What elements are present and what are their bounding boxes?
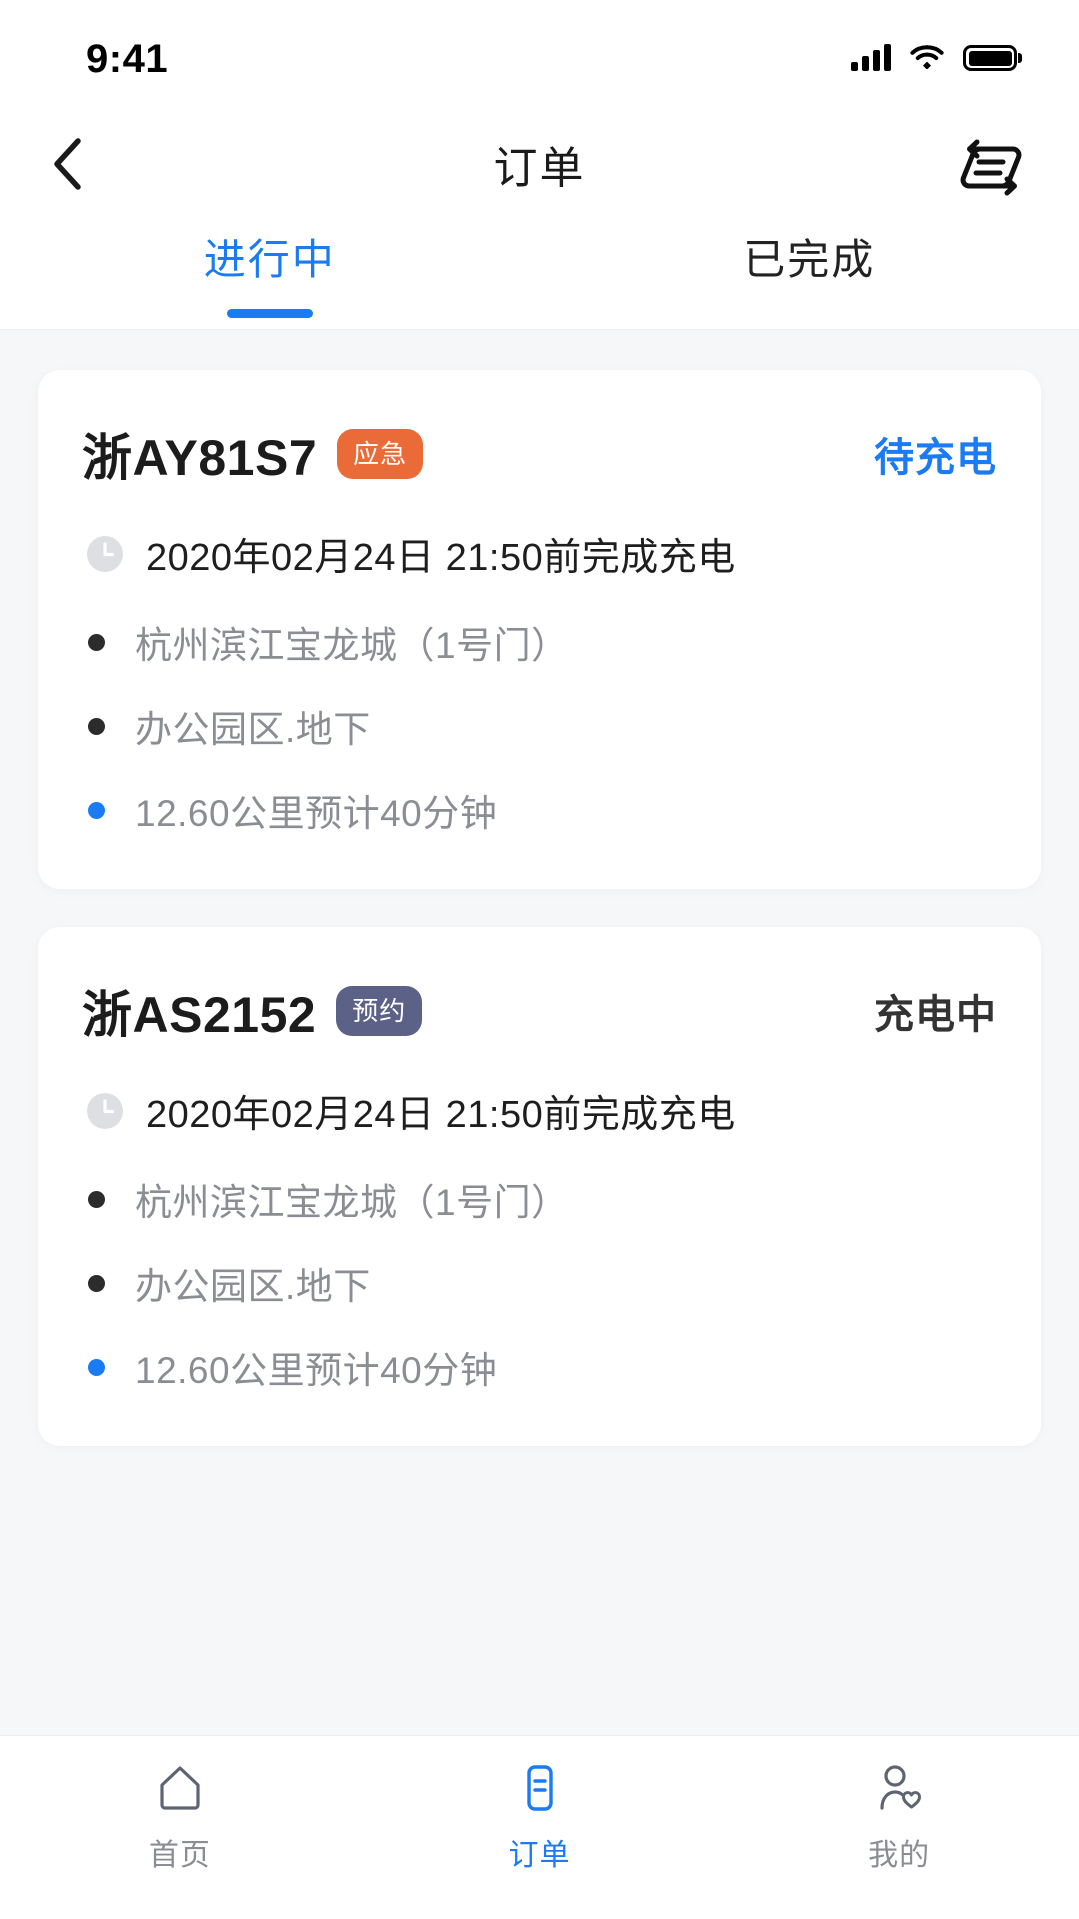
bullet-dot-icon (88, 633, 105, 651)
order-status: 充电中 (874, 993, 997, 1037)
nav-item-profile[interactable]: 我的 (719, 1762, 1079, 1874)
order-detail-row: 办公园区.地下 (82, 699, 997, 753)
tab-in-progress-label: 进行中 (203, 236, 336, 283)
nav-item-orders-label: 订单 (508, 1839, 571, 1872)
order-detail-row: 杭州滨江宝龙城（1号门） (82, 1172, 997, 1226)
bullet-dot-icon (88, 1190, 105, 1208)
tab-inactive-indicator (766, 309, 852, 318)
order-type-badge: 应急 (337, 429, 424, 479)
bottom-navigation: 首页 订单 我的 (0, 1735, 1079, 1919)
order-card-header: 浙AY81S7 应急 待充电 (82, 418, 997, 490)
app-screen: 9:41 订单 进行中 已完成 浙AY81S7 应急 待充电 2020年02月2… (0, 0, 1079, 1919)
back-button[interactable] (52, 129, 122, 199)
bullet-dot-icon (88, 801, 105, 819)
order-station-name: 杭州滨江宝龙城（1号门） (135, 625, 569, 666)
tab-completed-label: 已完成 (743, 236, 876, 283)
order-distance-eta: 12.60公里预计40分钟 (135, 793, 498, 834)
status-bar-icons (851, 37, 1017, 74)
order-location-detail: 办公园区.地下 (135, 709, 371, 750)
signal-bars-icon (851, 44, 891, 71)
nav-item-home-label: 首页 (148, 1839, 211, 1872)
nav-item-orders[interactable]: 订单 (360, 1762, 720, 1874)
transaction-record-button[interactable] (955, 131, 1027, 197)
order-deadline: 2020年02月24日 21:50前完成充电 (82, 526, 997, 581)
back-chevron-icon (54, 138, 81, 190)
order-station-name: 杭州滨江宝龙城（1号门） (135, 1182, 569, 1223)
clock-icon (87, 535, 123, 572)
order-location-detail: 办公园区.地下 (135, 1266, 371, 1307)
order-deadline-text: 2020年02月24日 21:50前完成充电 (146, 537, 736, 579)
order-type-badge: 预约 (336, 986, 423, 1036)
nav-item-profile-label: 我的 (868, 1839, 931, 1872)
status-bar: 9:41 (0, 0, 1079, 110)
order-detail-row: 杭州滨江宝龙城（1号门） (82, 615, 997, 669)
license-plate: 浙AY81S7 (82, 430, 318, 486)
order-deadline: 2020年02月24日 21:50前完成充电 (82, 1083, 997, 1138)
order-detail-row: 12.60公里预计40分钟 (82, 783, 997, 837)
tab-in-progress[interactable]: 进行中 (0, 218, 540, 318)
order-document-icon (526, 1765, 553, 1811)
bullet-dot-icon (88, 717, 105, 735)
order-card[interactable]: 浙AY81S7 应急 待充电 2020年02月24日 21:50前完成充电 杭州… (38, 370, 1041, 889)
battery-icon (963, 45, 1017, 71)
page-title: 订单 (493, 144, 586, 193)
home-icon (160, 1766, 200, 1810)
bullet-dot-icon (88, 1358, 105, 1376)
status-bar-clock: 9:41 (86, 36, 169, 81)
order-deadline-text: 2020年02月24日 21:50前完成充电 (146, 1094, 736, 1136)
tab-completed[interactable]: 已完成 (540, 218, 1079, 318)
order-status: 待充电 (874, 436, 997, 480)
bullet-dot-icon (88, 1274, 105, 1292)
order-tabs: 进行中 已完成 (0, 218, 1079, 330)
nav-item-home[interactable]: 首页 (0, 1762, 360, 1874)
order-list: 浙AY81S7 应急 待充电 2020年02月24日 21:50前完成充电 杭州… (0, 330, 1079, 1735)
license-plate: 浙AS2152 (82, 987, 317, 1043)
page-header: 订单 (0, 110, 1079, 218)
order-card-header: 浙AS2152 预约 充电中 (82, 975, 997, 1047)
wifi-icon (910, 43, 944, 74)
order-distance-eta: 12.60公里预计40分钟 (135, 1350, 498, 1391)
tab-active-indicator (226, 309, 313, 318)
order-detail-row: 12.60公里预计40分钟 (82, 1340, 997, 1394)
transaction-record-icon (960, 139, 1022, 196)
order-detail-row: 办公园区.地下 (82, 1256, 997, 1310)
profile-heart-icon (880, 1765, 922, 1810)
clock-icon (87, 1092, 123, 1129)
order-card[interactable]: 浙AS2152 预约 充电中 2020年02月24日 21:50前完成充电 杭州… (38, 927, 1041, 1446)
